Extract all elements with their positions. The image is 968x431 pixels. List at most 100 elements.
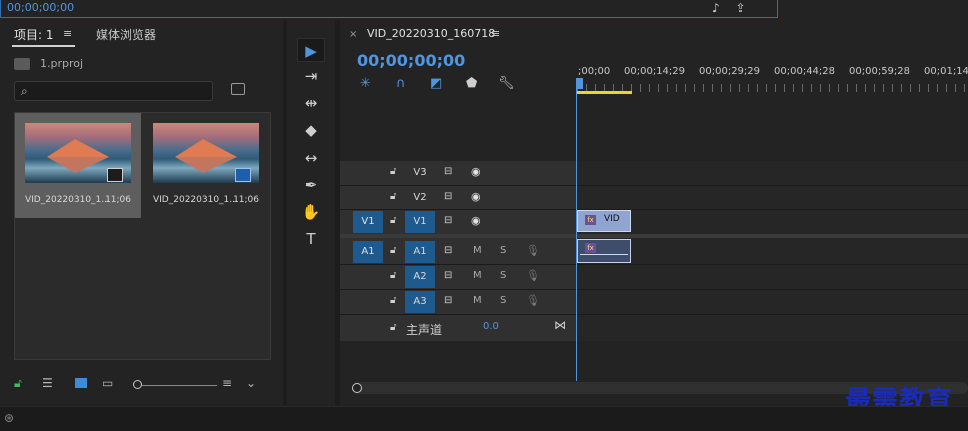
share-icon[interactable]: ⇪: [736, 1, 746, 15]
panel-menu-icon[interactable]: ≡: [63, 27, 72, 40]
ruler-label: 00;00;59;28: [849, 66, 911, 77]
ruler-label: ;00;00: [578, 66, 611, 77]
video-clip-name: VID: [604, 214, 620, 224]
new-bin-icon[interactable]: [231, 83, 245, 95]
lock-icon[interactable]: 🔓︎: [390, 322, 396, 333]
status-bar: ⊛: [0, 406, 968, 431]
snap-icon[interactable]: ∩: [396, 76, 406, 91]
clip-duration: 11;06: [233, 195, 259, 205]
microphone-icon[interactable]: 🎙︎: [526, 244, 540, 257]
project-file: 1.prproj: [14, 57, 83, 70]
clip-item[interactable]: VID_20220310_1... 11;06: [15, 113, 141, 218]
pen-tool-icon[interactable]: ✒: [297, 173, 325, 197]
track-target-button[interactable]: A3: [405, 291, 435, 313]
track-target-button[interactable]: V3: [405, 162, 435, 184]
tab-project[interactable]: 项目: 1: [14, 26, 54, 43]
solo-button[interactable]: S: [500, 270, 506, 281]
zoom-slider-track[interactable]: [137, 385, 217, 386]
timeline-panel: × VID_20220310_160718 ≡ 00;00;00;00 ✳ ∩ …: [340, 20, 968, 406]
track-target-button[interactable]: V1: [405, 211, 435, 233]
sync-lock-icon[interactable]: ⊟: [444, 245, 452, 256]
solo-button[interactable]: S: [500, 295, 506, 306]
list-view-icon[interactable]: ☰: [42, 376, 53, 390]
export-frame-icon[interactable]: ♪: [712, 1, 720, 15]
track-v3: 🔓︎ V3 ⊟ ◉: [340, 161, 576, 185]
freeform-view-icon[interactable]: ▭: [102, 376, 113, 390]
clip-item[interactable]: VID_20220310_1... 11;06: [143, 113, 269, 218]
fx-icon: fx: [585, 243, 596, 253]
track-v2: 🔓︎ V2 ⊟ ◉: [340, 186, 576, 210]
ripple-edit-tool-icon[interactable]: ⇹: [297, 91, 325, 115]
audio-video-divider[interactable]: [340, 234, 968, 238]
chevron-down-icon[interactable]: ⌄: [246, 376, 256, 390]
active-tab-indicator: [12, 45, 75, 47]
track-target-button[interactable]: V2: [405, 187, 435, 209]
lock-icon[interactable]: 🔓︎: [390, 270, 396, 281]
mute-button[interactable]: M: [473, 270, 482, 281]
hand-tool-icon[interactable]: ✋: [297, 200, 325, 224]
lock-icon[interactable]: 🔓︎: [390, 166, 396, 177]
tab-sequence[interactable]: VID_20220310_160718: [367, 27, 495, 40]
master-volume-value[interactable]: 0.0: [483, 321, 499, 332]
eye-icon[interactable]: ◉: [471, 190, 481, 203]
slip-tool-icon[interactable]: ↔: [297, 146, 325, 170]
sync-lock-icon[interactable]: ⊟: [444, 166, 452, 177]
track-a3: 🔓︎ A3 ⊟ M S 🎙︎: [340, 290, 576, 314]
source-patch-v1[interactable]: V1: [353, 211, 383, 233]
selection-tool-icon[interactable]: ▶: [297, 38, 325, 62]
microphone-icon[interactable]: 🎙︎: [526, 294, 540, 307]
creative-cloud-icon[interactable]: ⊛: [4, 411, 14, 425]
playhead-line[interactable]: [576, 86, 577, 381]
lock-icon[interactable]: 🔓︎: [390, 215, 396, 226]
work-area-bar[interactable]: [577, 91, 632, 94]
type-tool-icon[interactable]: T: [297, 227, 325, 251]
track-target-button[interactable]: A2: [405, 266, 435, 288]
eye-icon[interactable]: ◉: [471, 214, 481, 227]
playhead-handle[interactable]: [576, 78, 583, 89]
timeline-zoom-handle[interactable]: [352, 383, 362, 393]
program-monitor-icons: ♪ ⇪: [712, 1, 758, 15]
nest-icon[interactable]: ✳: [360, 76, 371, 91]
master-track-label: 主声道: [406, 323, 443, 337]
mute-button[interactable]: M: [473, 245, 482, 256]
sync-lock-icon[interactable]: ⊟: [444, 295, 452, 306]
go-to-end-icon[interactable]: ⋈: [554, 318, 566, 332]
program-timecode[interactable]: 00;00;00;00: [0, 0, 778, 18]
mute-button[interactable]: M: [473, 295, 482, 306]
track-a2: 🔓︎ A2 ⊟ M S 🎙︎: [340, 265, 576, 289]
razor-tool-icon[interactable]: ◆: [297, 118, 325, 142]
project-tabs: 项目: 1 ≡ 媒体浏览器: [0, 20, 283, 47]
add-marker-icon[interactable]: ⬟: [466, 76, 477, 91]
search-input[interactable]: ⌕: [14, 81, 213, 101]
sync-lock-icon[interactable]: ⊟: [444, 191, 452, 202]
audio-clip[interactable]: fx: [577, 239, 631, 263]
tab-media-browser[interactable]: 媒体浏览器: [96, 26, 156, 43]
sync-lock-icon[interactable]: ⊟: [444, 215, 452, 226]
lock-icon[interactable]: 🔓︎: [390, 245, 396, 256]
sort-icon[interactable]: ≡: [222, 376, 232, 390]
program-monitor-strip: 00;00;00;00 ♪ ⇪: [0, 0, 968, 20]
wrench-icon[interactable]: 🔧︎: [498, 76, 515, 91]
lock-icon[interactable]: 🔓︎: [390, 191, 396, 202]
track-v1: V1 🔓︎ V1 ⊟ ◉: [340, 210, 576, 234]
track-a1: A1 🔓︎ A1 ⊟ M S 🎙︎: [340, 240, 576, 264]
lock-icon[interactable]: 🔓︎: [14, 376, 22, 391]
project-file-name: 1.prproj: [40, 57, 84, 70]
icon-view-icon[interactable]: [75, 378, 87, 388]
track-target-button[interactable]: A1: [405, 241, 435, 263]
track-select-tool-icon[interactable]: ⇥: [297, 64, 325, 88]
source-patch-a1[interactable]: A1: [353, 241, 383, 263]
linked-selection-icon[interactable]: ◩: [430, 76, 442, 91]
sync-lock-icon[interactable]: ⊟: [444, 270, 452, 281]
tools-panel: ▶ ⇥ ⇹ ◆ ↔ ✒ ✋ T: [287, 20, 335, 406]
video-clip[interactable]: fx VID: [577, 210, 631, 232]
close-icon[interactable]: ×: [349, 29, 357, 40]
microphone-icon[interactable]: 🎙︎: [526, 269, 540, 282]
solo-button[interactable]: S: [500, 245, 506, 256]
panel-menu-icon[interactable]: ≡: [491, 27, 500, 40]
eye-icon[interactable]: ◉: [471, 165, 481, 178]
zoom-slider-handle[interactable]: [133, 380, 142, 389]
lock-icon[interactable]: 🔓︎: [390, 295, 396, 306]
timeline-timecode[interactable]: 00;00;00;00: [357, 51, 465, 70]
time-ruler[interactable]: ;00;00 00;00;14;29 00;00;29;29 00;00;44;…: [576, 64, 968, 94]
